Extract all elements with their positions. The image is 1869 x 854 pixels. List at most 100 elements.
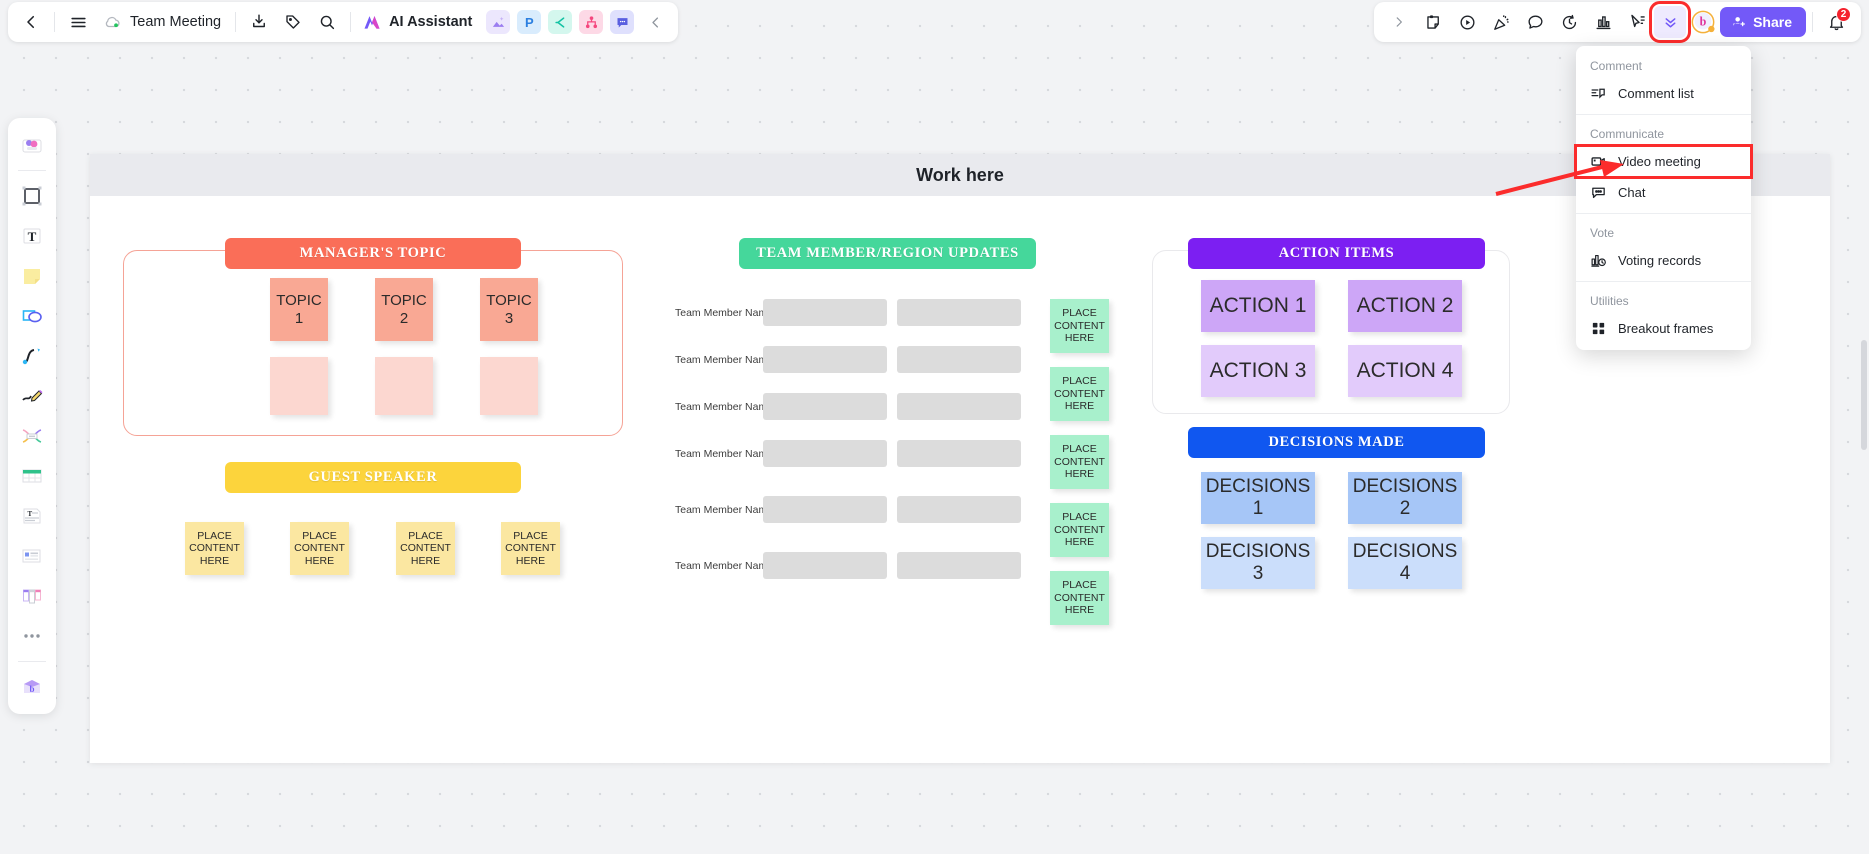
topic-blank-note-3[interactable] xyxy=(480,357,538,415)
team-update-field[interactable] xyxy=(897,299,1021,326)
team-update-row: Team Member Name xyxy=(675,496,1025,523)
guest-speaker-note[interactable]: PLACE CONTENT HERE xyxy=(290,522,349,575)
team-update-note[interactable]: PLACE CONTENT HERE xyxy=(1050,503,1109,557)
shape-icon[interactable] xyxy=(13,297,51,335)
timer-icon[interactable] xyxy=(1552,5,1586,39)
team-update-note[interactable]: PLACE CONTENT HERE xyxy=(1050,299,1109,353)
back-button[interactable] xyxy=(14,5,48,39)
ai-assistant-button[interactable]: AI Assistant xyxy=(357,5,482,39)
action-note-4[interactable]: ACTION 4 xyxy=(1348,345,1462,397)
ai-sparkle-icon xyxy=(361,12,383,32)
decision-note-2[interactable]: DECISIONS 2 xyxy=(1348,472,1462,524)
search-icon[interactable] xyxy=(310,5,344,39)
table-icon[interactable] xyxy=(13,457,51,495)
team-update-field[interactable] xyxy=(763,496,887,523)
menu-item-chat[interactable]: Chat xyxy=(1576,177,1751,208)
template-icon[interactable] xyxy=(13,537,51,575)
ai-assistant-label: AI Assistant xyxy=(389,14,473,30)
import-icon[interactable] xyxy=(242,5,276,39)
tag-icon[interactable] xyxy=(276,5,310,39)
comment-app-icon[interactable] xyxy=(610,10,635,34)
menu-item-breakout-frames[interactable]: Breakout frames xyxy=(1576,313,1751,344)
team-update-note[interactable]: PLACE CONTENT HERE xyxy=(1050,435,1109,489)
text-icon[interactable]: T xyxy=(13,217,51,255)
document-icon[interactable]: T xyxy=(13,497,51,535)
chat-bubble-icon[interactable] xyxy=(1518,5,1552,39)
play-circle-icon[interactable] xyxy=(1450,5,1484,39)
hamburger-menu-icon[interactable] xyxy=(61,5,95,39)
pen-icon[interactable] xyxy=(13,377,51,415)
menu-item-label: Video meeting xyxy=(1618,154,1701,169)
team-member-name-label: Team Member Name xyxy=(675,354,774,366)
topic-blank-note-2[interactable] xyxy=(375,357,433,415)
frame-icon[interactable] xyxy=(13,177,51,215)
chat-icon xyxy=(1590,184,1607,201)
dropdown-group-label-communicate: Communicate xyxy=(1590,127,1665,141)
breakout-frames-icon xyxy=(1590,320,1607,337)
mindmap-icon[interactable] xyxy=(13,417,51,455)
svg-text:b: b xyxy=(1700,15,1707,29)
team-update-field[interactable] xyxy=(897,440,1021,467)
ai-toolbox-icon[interactable]: b xyxy=(13,668,51,706)
more-tools-chevron-button[interactable] xyxy=(1649,1,1692,43)
team-update-field[interactable] xyxy=(897,552,1021,579)
more-options-icon[interactable] xyxy=(13,617,51,655)
guest-speaker-note[interactable]: PLACE CONTENT HERE xyxy=(396,522,455,575)
document-title-button[interactable]: Team Meeting xyxy=(95,5,229,39)
connector-icon[interactable] xyxy=(13,337,51,375)
celebrate-icon[interactable] xyxy=(1484,5,1518,39)
team-update-field[interactable] xyxy=(763,299,887,326)
expand-right-tools-button[interactable] xyxy=(1382,5,1416,39)
action-note-2[interactable]: ACTION 2 xyxy=(1348,280,1462,332)
team-update-field[interactable] xyxy=(763,440,887,467)
image-app-icon[interactable] xyxy=(486,10,511,34)
decision-note-3[interactable]: DECISIONS 3 xyxy=(1201,537,1315,589)
notification-bell-button[interactable]: 2 xyxy=(1819,5,1853,39)
team-update-note[interactable]: PLACE CONTENT HERE xyxy=(1050,367,1109,421)
team-update-field[interactable] xyxy=(897,346,1021,373)
managers-topic-banner: MANAGER'S TOPIC xyxy=(225,238,521,269)
share-button[interactable]: Share xyxy=(1720,7,1806,37)
guest-speaker-note[interactable]: PLACE CONTENT HERE xyxy=(501,522,560,575)
menu-item-label: Chat xyxy=(1618,185,1646,200)
mindmap-app-icon[interactable] xyxy=(548,10,573,34)
collapse-apps-button[interactable] xyxy=(638,5,672,39)
sticky-note-icon[interactable] xyxy=(13,257,51,295)
action-note-3[interactable]: ACTION 3 xyxy=(1201,345,1315,397)
document-title-text: Team Meeting xyxy=(130,14,222,30)
toolbar-divider xyxy=(54,12,55,32)
more-tools-dropdown-menu: Comment Comment list Communicate Video m… xyxy=(1574,46,1753,350)
vertical-scrollbar[interactable] xyxy=(1861,340,1867,450)
dropdown-group-label-comment: Comment xyxy=(1590,59,1643,73)
team-update-field[interactable] xyxy=(897,496,1021,523)
dropdown-group-label-utilities: Utilities xyxy=(1590,294,1629,308)
chart-icon[interactable] xyxy=(1586,5,1620,39)
menu-item-video-meeting[interactable]: Video meeting xyxy=(1574,144,1753,179)
guest-speaker-banner: GUEST SPEAKER xyxy=(225,462,521,493)
decision-note-1[interactable]: DECISIONS 1 xyxy=(1201,472,1315,524)
action-note-1[interactable]: ACTION 1 xyxy=(1201,280,1315,332)
sticker-icon[interactable] xyxy=(1416,5,1450,39)
menu-item-voting-records[interactable]: Voting records xyxy=(1576,245,1751,276)
kanban-icon[interactable] xyxy=(13,577,51,615)
team-update-field[interactable] xyxy=(763,552,887,579)
team-update-note[interactable]: PLACE CONTENT HERE xyxy=(1050,571,1109,625)
team-update-row: Team Member Name xyxy=(675,440,1025,467)
flowchart-app-icon[interactable] xyxy=(579,10,604,34)
guest-speaker-note[interactable]: PLACE CONTENT HERE xyxy=(185,522,244,575)
team-update-field[interactable] xyxy=(897,393,1021,420)
assets-library-icon[interactable] xyxy=(13,126,51,164)
menu-item-label: Voting records xyxy=(1618,253,1702,268)
topic-note-3[interactable]: TOPIC 3 xyxy=(480,278,538,341)
cursor-pointer-icon[interactable] xyxy=(1620,5,1654,39)
menu-item-comment-list[interactable]: Comment list xyxy=(1576,78,1751,109)
topic-note-1[interactable]: TOPIC 1 xyxy=(270,278,328,341)
comment-list-icon xyxy=(1590,85,1607,102)
team-update-field[interactable] xyxy=(763,393,887,420)
presentation-app-icon[interactable]: P xyxy=(517,10,542,34)
team-update-field[interactable] xyxy=(763,346,887,373)
topic-blank-note-1[interactable] xyxy=(270,357,328,415)
boardmix-logo-icon[interactable]: b xyxy=(1686,5,1720,39)
topic-note-2[interactable]: TOPIC 2 xyxy=(375,278,433,341)
decision-note-4[interactable]: DECISIONS 4 xyxy=(1348,537,1462,589)
